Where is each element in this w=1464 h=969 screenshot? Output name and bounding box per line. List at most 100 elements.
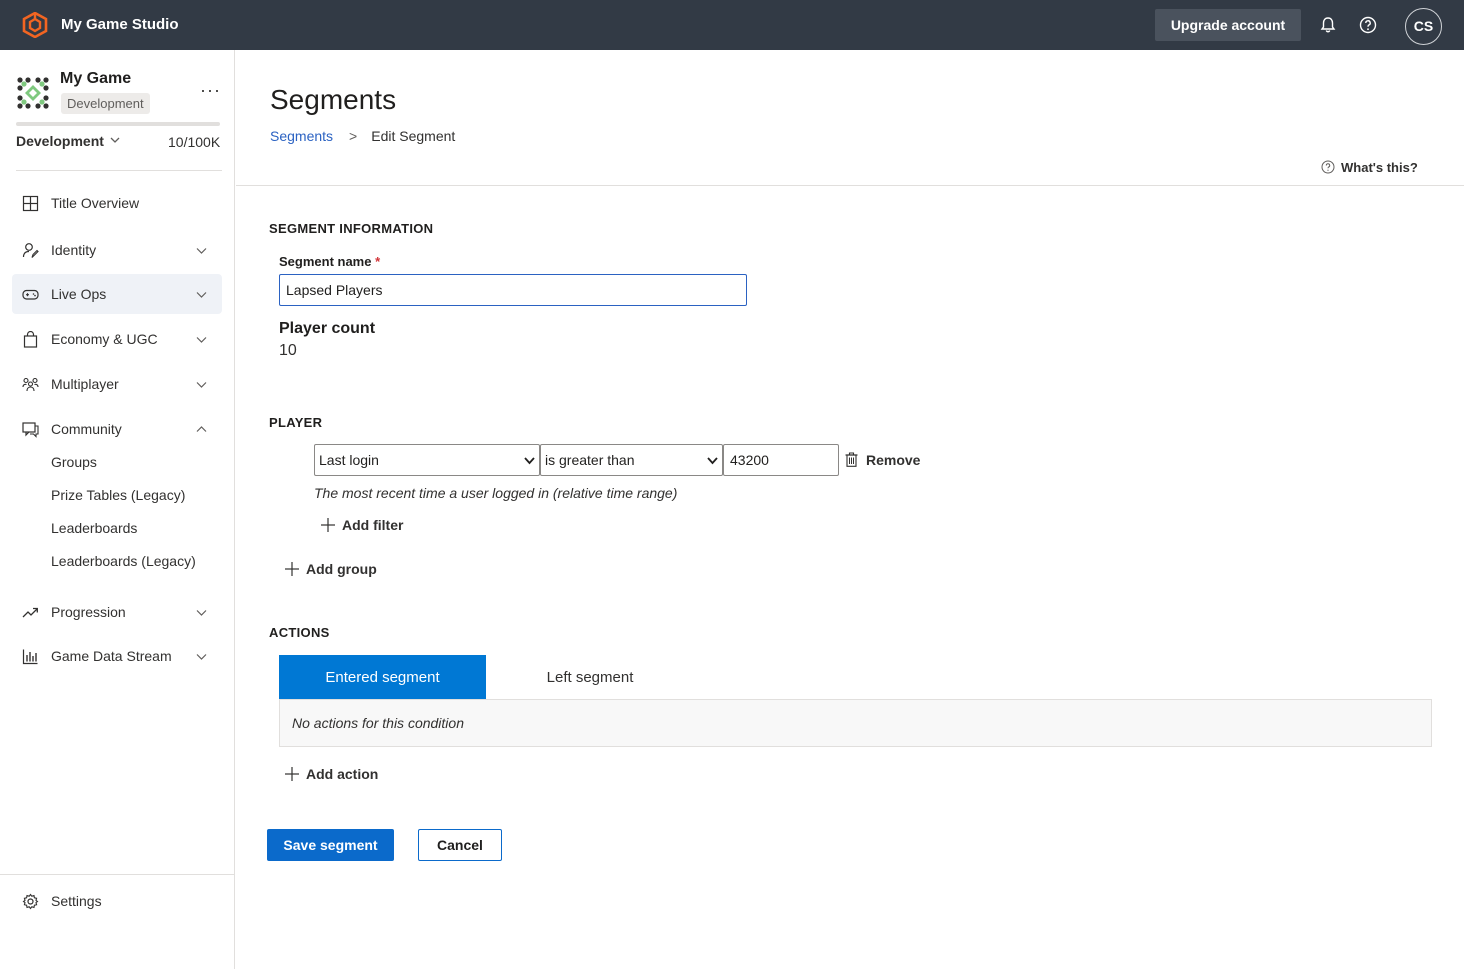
chevron-down-icon (196, 292, 207, 298)
segment-name-label-text: Segment name (279, 254, 372, 269)
sidebar-subitem-groups[interactable]: Groups (51, 454, 97, 470)
sidebar-item-label: Live Ops (51, 286, 107, 302)
add-action-label: Add action (306, 766, 379, 782)
sidebar-item-multiplayer[interactable]: Multiplayer (12, 364, 222, 404)
help-icon[interactable] (1358, 15, 1378, 35)
chevron-down-icon (524, 457, 535, 465)
sidebar-item-settings[interactable]: Settings (12, 881, 222, 921)
trash-icon (845, 452, 858, 467)
player-heading: PLAYER (269, 415, 323, 430)
breadcrumb-separator: > (349, 128, 358, 144)
whats-this-label: What's this? (1341, 160, 1418, 175)
trend-icon (22, 607, 38, 618)
add-action-button[interactable]: Add action (285, 766, 378, 782)
header-divider (236, 185, 1464, 186)
chevron-down-icon (110, 137, 120, 143)
environment-badge: Development (61, 93, 150, 114)
bell-icon[interactable] (1318, 15, 1338, 35)
more-options-icon[interactable]: ··· (200, 80, 221, 101)
sidebar-divider (16, 170, 222, 171)
usage-bar (16, 122, 220, 126)
environment-select-label: Development (16, 133, 104, 149)
sidebar-item-economy-ugc[interactable]: Economy & UGC (12, 319, 222, 359)
question-circle-icon (1321, 160, 1335, 174)
player-count-label: Player count (279, 320, 376, 337)
required-marker: * (375, 254, 381, 269)
filter-value-input[interactable] (723, 444, 839, 476)
plus-icon (321, 518, 335, 532)
sidebar-item-live-ops[interactable]: Live Ops (12, 274, 222, 314)
sidebar-item-label: Progression (51, 604, 126, 620)
save-segment-button[interactable]: Save segment (267, 829, 394, 861)
filter-operator-select[interactable]: is greater than (540, 444, 723, 476)
chevron-down-icon (707, 457, 718, 465)
chevron-down-icon (196, 610, 207, 616)
sidebar-item-label: Title Overview (51, 195, 140, 211)
cancel-button[interactable]: Cancel (418, 829, 502, 861)
studio-name[interactable]: My Game Studio (61, 16, 179, 33)
plus-icon (285, 767, 299, 781)
sidebar-item-label: Community (51, 421, 122, 437)
tab-entered-segment[interactable]: Entered segment (279, 655, 486, 700)
user-avatar[interactable]: CS (1405, 8, 1442, 45)
actions-panel: No actions for this condition (279, 699, 1432, 747)
remove-filter-button[interactable]: Remove (845, 452, 920, 468)
player-usage-count: 10/100K (168, 134, 221, 150)
plus-icon (285, 562, 299, 576)
sidebar-item-identity[interactable]: Identity (12, 230, 222, 270)
bar-chart-icon (22, 649, 38, 665)
game-icon (17, 77, 49, 109)
sidebar-item-label: Game Data Stream (51, 648, 172, 664)
whats-this-link[interactable]: What's this? (1321, 160, 1418, 175)
chevron-down-icon (196, 337, 207, 343)
chevron-down-icon (196, 654, 207, 660)
add-filter-button[interactable]: Add filter (321, 517, 403, 533)
studio-logo-icon[interactable] (22, 12, 48, 38)
filter-property-select[interactable]: Last login (314, 444, 540, 476)
sidebar-subitem-prize-tables-legacy[interactable]: Prize Tables (Legacy) (51, 487, 185, 503)
segment-name-label: Segment name * (279, 254, 380, 269)
upgrade-account-button[interactable]: Upgrade account (1155, 9, 1301, 41)
breadcrumb: Segments > Edit Segment (270, 128, 455, 144)
sidebar-item-label: Economy & UGC (51, 331, 158, 347)
add-group-label: Add group (306, 561, 377, 577)
filter-property-value: Last login (319, 452, 379, 468)
people-icon (22, 377, 39, 392)
page-title: Segments (270, 84, 397, 115)
sidebar-item-title-overview[interactable]: Title Overview (12, 183, 222, 223)
grid-icon (22, 195, 39, 212)
actions-heading: ACTIONS (269, 625, 330, 640)
add-filter-label: Add filter (342, 517, 404, 533)
segment-information-heading: SEGMENT INFORMATION (269, 221, 434, 236)
sidebar-item-community[interactable]: Community (12, 409, 222, 449)
sidebar-divider (0, 874, 234, 875)
sidebar: My Game Development ··· Development 10/1… (0, 50, 235, 969)
breadcrumb-current: Edit Segment (371, 128, 456, 144)
top-bar: My Game Studio Upgrade account CS (0, 0, 1464, 50)
sidebar-item-progression[interactable]: Progression (12, 592, 222, 632)
environment-select[interactable]: Development (16, 133, 120, 149)
game-name: My Game (60, 70, 132, 87)
sidebar-item-label: Settings (51, 893, 102, 909)
breadcrumb-link-segments[interactable]: Segments (270, 128, 333, 144)
identity-icon (22, 243, 39, 258)
gamepad-icon (22, 289, 39, 300)
sidebar-item-game-data-stream[interactable]: Game Data Stream (12, 636, 222, 676)
chevron-down-icon (196, 382, 207, 388)
sidebar-item-label: Identity (51, 242, 97, 258)
player-count-value: 10 (279, 342, 297, 359)
chevron-down-icon (196, 248, 207, 254)
add-group-button[interactable]: Add group (285, 561, 377, 577)
sidebar-subitem-leaderboards-legacy[interactable]: Leaderboards (Legacy) (51, 553, 196, 569)
chevron-up-icon (196, 426, 207, 432)
no-actions-message: No actions for this condition (292, 715, 464, 731)
shopping-bag-icon (23, 331, 38, 348)
tab-left-segment[interactable]: Left segment (486, 655, 694, 700)
chat-icon (22, 422, 39, 438)
sidebar-item-label: Multiplayer (51, 376, 119, 392)
remove-filter-label: Remove (866, 452, 921, 468)
filter-description: The most recent time a user logged in (r… (314, 485, 678, 501)
segment-name-input[interactable] (279, 274, 747, 306)
gear-icon (22, 893, 39, 910)
sidebar-subitem-leaderboards[interactable]: Leaderboards (51, 520, 137, 536)
